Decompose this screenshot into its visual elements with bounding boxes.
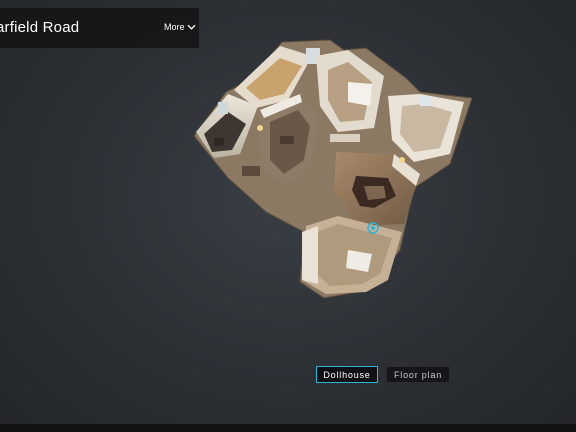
floor-plan-button[interactable]: Floor plan [386,366,450,383]
dollhouse-model[interactable] [188,36,472,300]
dollhouse-button[interactable]: Dollhouse [316,366,378,383]
counter [330,134,360,142]
window [218,102,228,114]
cabinet [242,166,260,176]
view-mode-toggle: Dollhouse Floor plan [316,366,450,383]
chair [214,138,224,146]
window [420,96,432,106]
wall-segment [302,226,318,284]
table [280,136,294,144]
navigation-hotspot-dot [371,226,375,230]
more-button[interactable]: More [164,22,196,32]
title-panel: arfield Road More [0,8,199,48]
room-bath [348,82,372,106]
chevron-down-icon [186,24,196,30]
property-title: arfield Road [0,19,80,36]
lamp [257,125,263,131]
lamp [399,157,405,163]
3d-viewport[interactable]: arfield Road More Dollhouse Floor plan [0,0,576,432]
more-label: More [164,22,185,32]
bottom-bar [0,424,576,432]
